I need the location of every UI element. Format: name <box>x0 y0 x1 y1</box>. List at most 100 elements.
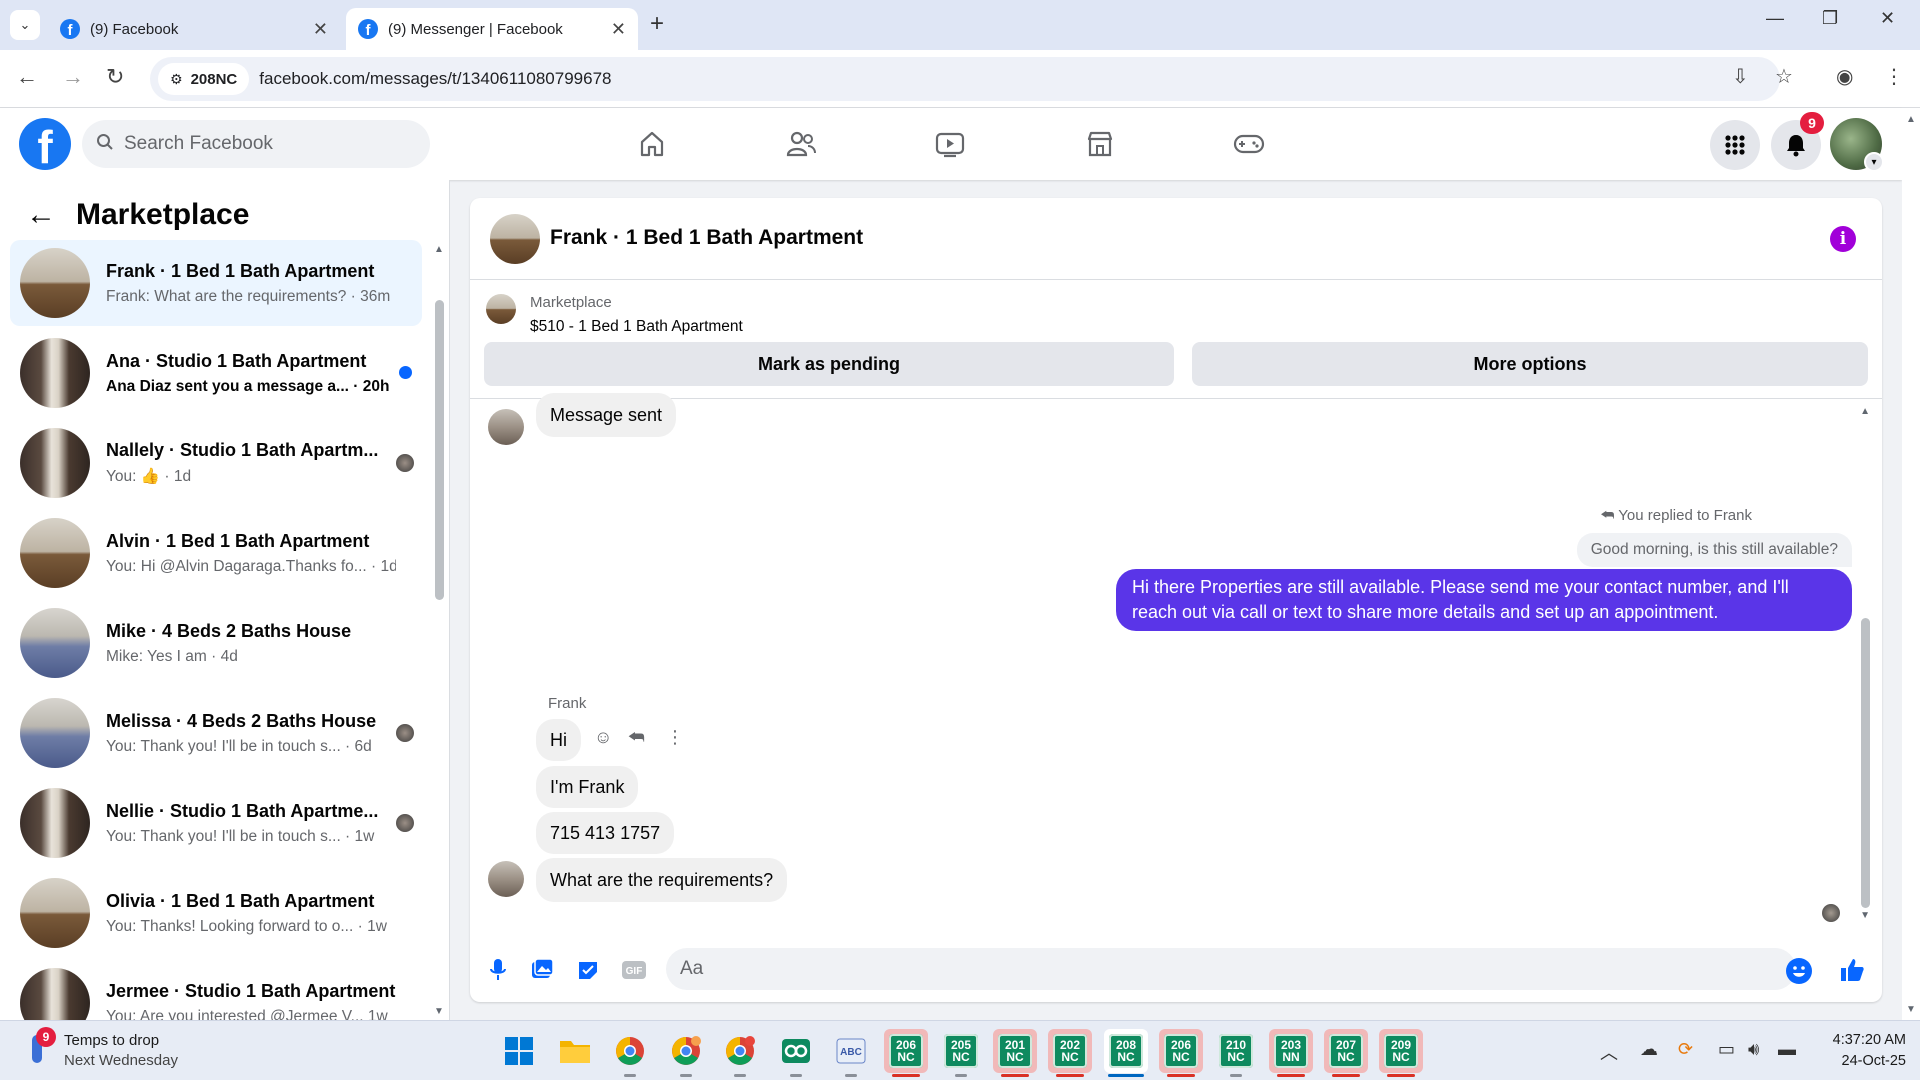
video-icon[interactable] <box>930 126 970 162</box>
more-actions-icon[interactable]: ⋮ <box>666 727 684 748</box>
nc-app-button[interactable]: 202 NC <box>1048 1029 1092 1077</box>
marketplace-icon[interactable] <box>1080 126 1120 162</box>
back-arrow-icon[interactable]: ← <box>26 198 56 232</box>
like-thumb-icon[interactable] <box>1838 956 1866 984</box>
new-tab-button[interactable]: + <box>650 10 664 38</box>
bookmark-star-icon[interactable]: ☆ <box>1775 64 1793 89</box>
profile-icon[interactable]: ◉ <box>1836 64 1853 89</box>
sidebar-scrollbar[interactable] <box>435 300 444 600</box>
conversation-row[interactable]: Nellie · Studio 1 Bath Apartme... You: Th… <box>10 780 422 866</box>
search-input[interactable]: Search Facebook <box>82 120 430 168</box>
scroll-down-arrow[interactable]: ▼ <box>434 1006 444 1017</box>
volume-icon[interactable]: 🔊︎ <box>1748 1039 1759 1060</box>
chat-avatar[interactable] <box>490 214 540 264</box>
quoted-message[interactable]: Good morning, is this still available? <box>1576 533 1852 567</box>
nc-app-button[interactable]: 206 NC <box>1159 1029 1203 1077</box>
facebook-logo[interactable]: f <box>19 118 71 170</box>
app-button[interactable]: ABC <box>829 1029 873 1077</box>
more-options-button[interactable]: More options <box>1192 342 1868 386</box>
window-close-button[interactable]: ✕ <box>1880 8 1895 29</box>
message-bubble[interactable]: 715 413 1757 <box>536 812 675 854</box>
chat-scrollbar[interactable] <box>1861 618 1870 908</box>
close-icon[interactable]: ✕ <box>313 19 328 40</box>
chat-title[interactable]: Frank · 1 Bed 1 Bath Apartment <box>550 226 863 250</box>
conversation-thumbnail <box>20 608 90 678</box>
scroll-down-arrow[interactable]: ▼ <box>1860 910 1870 921</box>
react-emoji-icon[interactable]: ☺ <box>594 727 612 748</box>
nc-app-button[interactable]: 205 NC <box>939 1029 983 1077</box>
network-icon[interactable]: ▭ <box>1718 1039 1735 1060</box>
sync-icon[interactable]: ⟳ <box>1678 1039 1693 1060</box>
mark-as-pending-button[interactable]: Mark as pending <box>484 342 1174 386</box>
url-text[interactable]: facebook.com/messages/t/1340611080799678 <box>259 69 611 89</box>
page-scrollbar[interactable]: ▲ ▼ <box>1902 108 1920 1020</box>
sticker-icon[interactable] <box>574 956 602 984</box>
nc-app-button[interactable]: 203 NN <box>1269 1029 1313 1077</box>
message-bubble[interactable]: Hi <box>536 719 581 761</box>
outgoing-message[interactable]: Hi there Properties are still available.… <box>1116 569 1852 631</box>
chrome-button[interactable] <box>608 1029 652 1077</box>
gaming-icon[interactable] <box>1229 126 1269 162</box>
nc-app-button[interactable]: 201 NC <box>993 1029 1037 1077</box>
back-button[interactable]: ← <box>16 64 38 90</box>
friends-icon[interactable] <box>781 126 821 162</box>
scroll-down-arrow[interactable]: ▼ <box>1906 1004 1916 1015</box>
minimize-button[interactable]: — <box>1766 8 1784 29</box>
conversation-row[interactable]: Alvin · 1 Bed 1 Bath Apartment You: Hi @A… <box>10 510 422 596</box>
conversation-row[interactable]: Mike · 4 Beds 2 Baths House Mike: Yes I a… <box>10 600 422 686</box>
nc-app-button[interactable]: 210 NC <box>1214 1029 1258 1077</box>
conversation-row[interactable]: Nallely · Studio 1 Bath Apartm... You: 👍 … <box>10 420 422 506</box>
frank-avatar[interactable] <box>488 861 524 897</box>
message-bubble[interactable]: I'm Frank <box>536 766 639 808</box>
close-icon[interactable]: ✕ <box>611 19 626 40</box>
nc-app-button[interactable]: 207 NC <box>1324 1029 1368 1077</box>
nc-app-button[interactable]: 206 NC <box>884 1029 928 1077</box>
browser-tab-messenger[interactable]: f (9) Messenger | Facebook ✕ <box>346 8 638 50</box>
chevron-down-icon[interactable]: ▾ <box>1864 152 1884 172</box>
forward-button[interactable]: → <box>62 64 84 90</box>
scroll-up-arrow[interactable]: ▲ <box>434 244 444 255</box>
scroll-up-arrow[interactable]: ▲ <box>1906 114 1916 125</box>
gif-icon[interactable]: GIF <box>620 956 648 984</box>
nc-app-button[interactable]: 208 NC <box>1104 1029 1148 1077</box>
conversation-row[interactable]: Frank · 1 Bed 1 Bath Apartment Frank: Wha… <box>10 240 422 326</box>
tab-search-dropdown[interactable]: ⌄ <box>10 10 40 40</box>
frank-avatar[interactable] <box>488 409 524 445</box>
message-input[interactable]: Aa <box>666 948 1796 990</box>
conversation-row[interactable]: Ana · Studio 1 Bath Apartment Ana Diaz se… <box>10 330 422 416</box>
conversation-thumbnail <box>20 248 90 318</box>
facebook-header: f Search Facebook 9 ▾ <box>0 108 1902 180</box>
site-info-chip[interactable]: ⚙ 208NC <box>158 63 250 95</box>
message-bubble[interactable]: What are the requirements? <box>536 858 788 902</box>
chevron-up-icon[interactable]: ︿ <box>1600 1039 1618 1065</box>
battery-icon[interactable]: ▬ <box>1778 1039 1796 1060</box>
emoji-icon[interactable] <box>1786 958 1812 984</box>
browser-tab-facebook[interactable]: f (9) Facebook ✕ <box>48 8 340 50</box>
address-bar[interactable]: ⚙ 208NC facebook.com/messages/t/13406110… <box>150 57 1780 101</box>
cloud-offline-icon[interactable]: ☁ <box>1640 1039 1658 1060</box>
install-app-icon[interactable]: ⇩ <box>1732 64 1749 89</box>
weather-widget[interactable]: 9 Temps to drop Next Wednesday <box>24 1027 178 1071</box>
browser-menu-icon[interactable]: ⋮ <box>1884 64 1904 89</box>
reply-icon[interactable]: ⮪ <box>628 727 645 748</box>
chrome-profile-button[interactable] <box>664 1029 708 1077</box>
scroll-up-arrow[interactable]: ▲ <box>1860 406 1870 417</box>
file-explorer-button[interactable] <box>553 1029 597 1073</box>
restore-button[interactable]: ❐ <box>1822 8 1838 29</box>
nc-app-button[interactable]: 209 NC <box>1379 1029 1423 1077</box>
conversation-row[interactable]: Olivia · 1 Bed 1 Bath Apartment You: Than… <box>10 870 422 956</box>
message-area: Message sent ⮪ You replied to Frank Good… <box>470 393 1882 929</box>
app-button[interactable] <box>774 1029 818 1077</box>
photo-icon[interactable] <box>528 956 556 984</box>
message-bubble[interactable]: Message sent <box>536 393 677 437</box>
start-button[interactable] <box>497 1029 541 1073</box>
chrome-profile-button[interactable] <box>718 1029 762 1077</box>
conversation-row[interactable]: Melissa · 4 Beds 2 Baths House You: Thank… <box>10 690 422 776</box>
reload-button[interactable]: ↻ <box>106 64 124 90</box>
conversation-preview: Ana Diaz sent you a message a... · 20h <box>106 377 390 395</box>
home-icon[interactable] <box>632 126 672 162</box>
menu-grid-button[interactable] <box>1710 120 1760 170</box>
microphone-icon[interactable] <box>484 956 512 984</box>
info-icon[interactable]: i <box>1830 226 1856 252</box>
system-clock[interactable]: 4:37:20 AM 24-Oct-25 <box>1816 1030 1906 1072</box>
